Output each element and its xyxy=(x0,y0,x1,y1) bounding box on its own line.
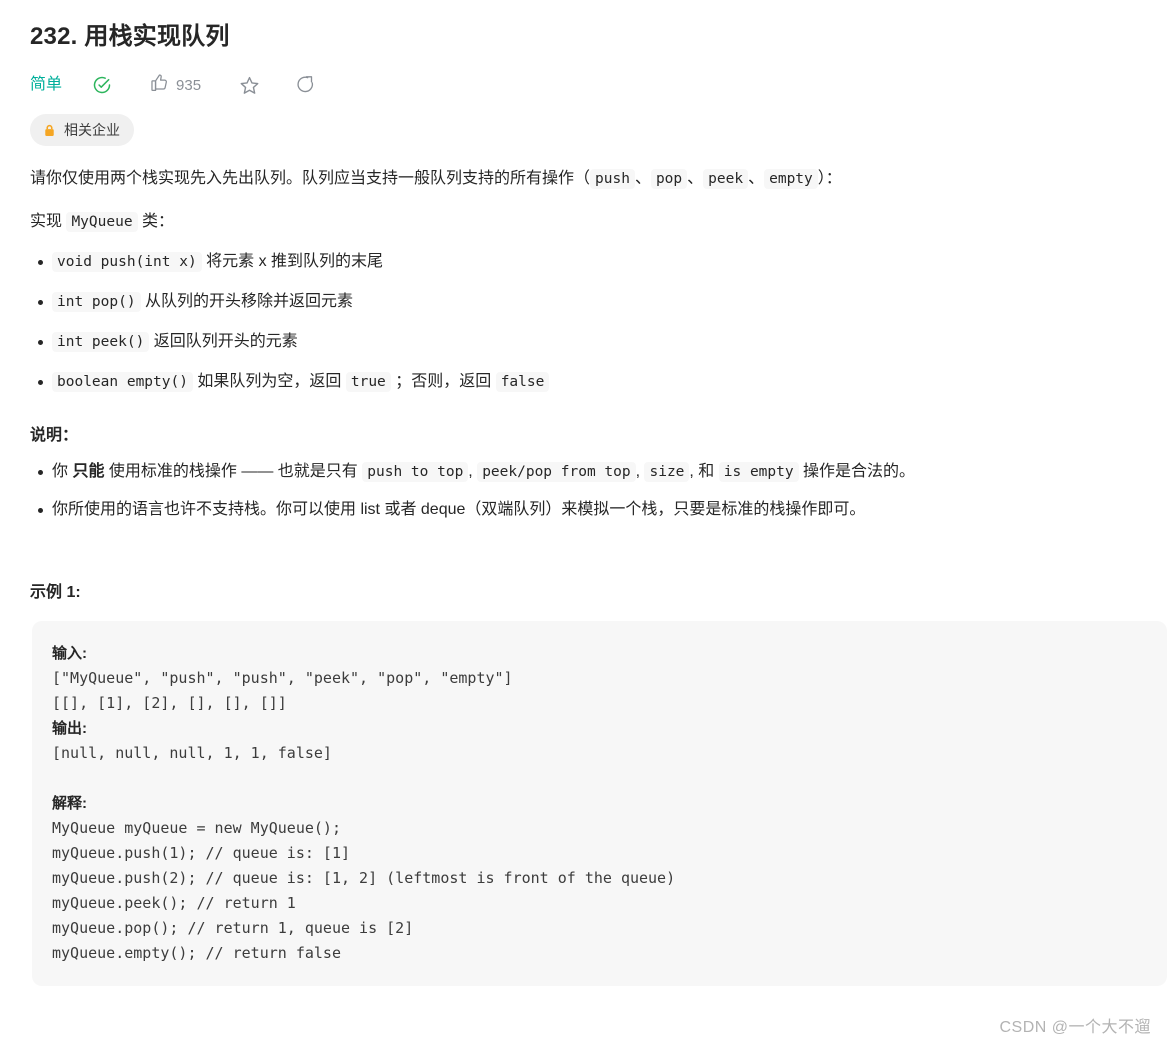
code-is-empty: is empty xyxy=(718,462,799,482)
notes-list: 你 只能 使用标准的栈操作 —— 也就是只有 push to top, peek… xyxy=(30,459,1167,523)
sep-2: 、 xyxy=(687,170,704,187)
note-sep-3: , 和 xyxy=(689,463,719,480)
related-companies-badge[interactable]: 相关企业 xyxy=(30,114,134,146)
code-peek: peek xyxy=(703,169,749,189)
intro-text-1: 请你仅使用两个栈实现先入先出队列。队列应当支持一般队列支持的所有操作（ xyxy=(30,170,591,187)
code-true: true xyxy=(345,372,391,392)
list-item: boolean empty() 如果队列为空，返回 true ；否则，返回 fa… xyxy=(38,369,1167,395)
explain-line: myQueue.push(1); // queue is: [1] xyxy=(52,844,351,862)
note-text-full: 你所使用的语言也许不支持栈。你可以使用 list 或者 deque（双端队列）来… xyxy=(52,501,866,518)
related-companies-label: 相关企业 xyxy=(64,122,120,138)
page-title: 232. 用栈实现队列 xyxy=(30,23,230,50)
list-item: int pop() 从队列的开头移除并返回元素 xyxy=(38,289,1167,315)
example-code-block: 输入: ["MyQueue", "push", "push", "peek", … xyxy=(32,621,1167,986)
like-button[interactable]: 935 xyxy=(150,73,201,97)
implement-line: 实现 MyQueue 类： xyxy=(30,209,1167,235)
method-list: void push(int x) 将元素 x 推到队列的末尾 int pop()… xyxy=(30,249,1167,395)
code-empty: empty xyxy=(764,169,818,189)
code-push: push xyxy=(590,169,635,189)
method-description-mid: ；否则，返回 xyxy=(390,373,496,390)
description-intro: 请你仅使用两个栈实现先入先出队列。队列应当支持一般队列支持的所有操作（ push、… xyxy=(30,166,1167,192)
explain-line: MyQueue myQueue = new MyQueue(); xyxy=(52,819,341,837)
implement-prefix: 实现 xyxy=(30,213,67,230)
code-myqueue: MyQueue xyxy=(66,212,138,232)
note-text-2: 使用标准的栈操作 —— 也就是只有 xyxy=(104,463,363,480)
list-item: 你所使用的语言也许不支持栈。你可以使用 list 或者 deque（双端队列）来… xyxy=(38,497,1167,523)
explain-line: myQueue.push(2); // queue is: [1, 2] (le… xyxy=(52,869,676,887)
favorite-star-icon[interactable] xyxy=(239,75,260,96)
explain-line: myQueue.pop(); // return 1, queue is [2] xyxy=(52,919,414,937)
intro-text-2: ）： xyxy=(817,170,842,187)
notes-heading: 说明： xyxy=(30,427,79,444)
list-item: 你 只能 使用标准的栈操作 —— 也就是只有 push to top, peek… xyxy=(38,459,1167,485)
note-text-3: 操作是合法的。 xyxy=(798,463,916,480)
method-description: 从队列的开头移除并返回元素 xyxy=(140,293,354,310)
explain-label: 解释: xyxy=(52,795,87,812)
method-signature: int pop() xyxy=(52,292,141,312)
code-false: false xyxy=(495,372,550,392)
thumbs-up-icon xyxy=(150,73,169,97)
method-description: 将元素 x 推到队列的末尾 xyxy=(201,253,384,270)
code-pop: pop xyxy=(650,169,688,189)
method-signature: void push(int x) xyxy=(52,252,202,272)
difficulty-label[interactable]: 简单 xyxy=(30,74,62,96)
sep-1: 、 xyxy=(634,170,651,187)
note-sep-1: , xyxy=(468,463,478,480)
method-signature: boolean empty() xyxy=(52,372,193,392)
input-label: 输入: xyxy=(52,645,87,662)
badge-row: 相关企业 xyxy=(30,114,1167,146)
note-emphasis: 只能 xyxy=(72,463,105,480)
input-line: ["MyQueue", "push", "push", "peek", "pop… xyxy=(52,669,513,687)
input-line: [[], [1], [2], [], [], []] xyxy=(52,694,287,712)
method-description-before: 如果队列为空，返回 xyxy=(192,373,346,390)
example-heading: 示例 1: xyxy=(30,584,81,601)
list-item: void push(int x) 将元素 x 推到队列的末尾 xyxy=(38,249,1167,275)
csdn-watermark: CSDN @一个大不遛 xyxy=(999,1019,1151,1036)
output-line: [null, null, null, 1, 1, false] xyxy=(52,744,332,762)
note-text-1: 你 xyxy=(52,463,73,480)
explain-line: myQueue.empty(); // return false xyxy=(52,944,341,962)
problem-page: 232. 用栈实现队列 简单 935 相关企业 请你仅使用两个栈实现先入先出队列… xyxy=(0,0,1167,986)
code-peek-pop-from-top: peek/pop from top xyxy=(477,462,636,482)
code-push-to-top: push to top xyxy=(362,462,469,482)
list-item: int peek() 返回队列开头的元素 xyxy=(38,329,1167,355)
lock-icon xyxy=(43,123,56,138)
like-count: 935 xyxy=(176,76,202,94)
implement-suffix: 类： xyxy=(137,213,175,230)
explain-line: myQueue.peek(); // return 1 xyxy=(52,894,296,912)
problem-meta-row: 简单 935 xyxy=(30,70,1167,100)
sep-3: 、 xyxy=(748,170,765,187)
code-size: size xyxy=(644,462,690,482)
share-icon[interactable] xyxy=(296,75,316,95)
output-label: 输出: xyxy=(52,720,87,737)
method-description: 返回队列开头的元素 xyxy=(149,333,298,350)
method-signature: int peek() xyxy=(52,332,150,352)
solved-check-icon[interactable] xyxy=(92,75,112,95)
